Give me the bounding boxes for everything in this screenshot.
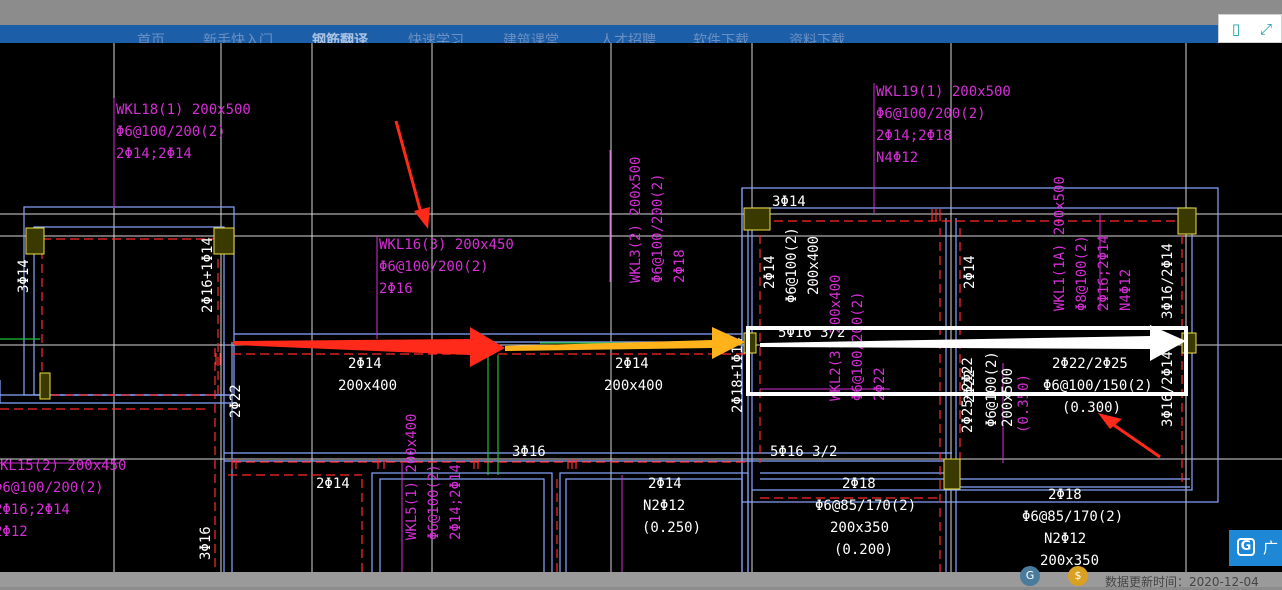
wkl15-title: KL15(2) 200x450 [0,458,126,474]
wkl1-title: WKL1(1A) 200x500 [1052,176,1068,311]
wkl15-n: 2Φ12 [0,524,28,540]
nav-item-learn[interactable]: 快速学习 [408,34,464,43]
g-badge-icon[interactable]: G [1020,566,1040,586]
wkl3-title: WKL3(2) 200x500 [628,157,644,283]
wkl3-stirrup: Φ6@100/200(2) [650,173,666,283]
label-n2o12-a: N2Φ12 [643,498,685,514]
label-200x500: 200x500 [1000,368,1016,427]
label-2o18-1o14: 2Φ18+1Φ14 [730,337,746,413]
label-o6-85-b: Φ6@85/170(2) [1022,509,1123,525]
wkl1-n: N4Φ12 [1118,269,1134,311]
wkl18-stirrup: Φ6@100/200(2) [116,124,226,140]
label-n2o12-b: N2Φ12 [1044,531,1086,547]
beam-labels-magenta: WKL18(1) 200x500 Φ6@100/200(2) 2Φ14;2Φ14… [0,84,1134,540]
label-2o18-b: 2Φ18 [1048,487,1082,503]
label-3o14-top: 3Φ14 [772,194,806,210]
label-o6-100: Φ6@100(2) [784,227,800,303]
nav-item-beginner[interactable]: 新手快入门 [203,34,273,43]
nav-item-home[interactable]: 首页 [137,34,165,43]
label-2o22-2o25: 2Φ22/2Φ25 [1052,356,1128,372]
footer-bar: G $ 数据更新时间：2020-12-04 [0,566,1282,589]
wkl5-title: WKL5(1) 200x400 [404,414,420,540]
wkl15-top: 2Φ16;2Φ14 [0,502,70,518]
label-2o14-b: 2Φ14 [615,356,649,372]
coin-badge-icon[interactable]: $ [1068,566,1088,586]
wkl5-stirrup: Φ6@100(2) [426,464,442,540]
wkl16-stirrup: Φ6@100/200(2) [379,259,489,275]
nav-item-classroom[interactable]: 建筑课堂 [503,34,559,43]
side-widget-text: 广 [1263,539,1279,557]
label-3o16-2o14-top: 3Φ16/2Φ14 [1160,243,1176,319]
label-5o16-b: 5Φ16 3/2 [770,444,837,460]
wkl16-title: WKL16(3) 200x450 [379,237,514,253]
wkl19-top: 2Φ14;2Φ18 [876,128,952,144]
label-o6-85: Φ6@85/170(2) [815,498,916,514]
label-200x400-b: 200x400 [604,378,663,394]
label-200x400-v: 200x400 [806,236,822,295]
wkl15-stirrup: Φ6@100/200(2) [0,480,104,496]
beam-labels-white: 3Φ14 2Φ16+1Φ14 2Φ14 200x400 2Φ14 200x400… [16,194,1176,569]
g-logo-icon: G [1237,538,1255,556]
nav-item-rebar[interactable]: 钢筋翻译 [312,34,368,43]
tablet-icon[interactable]: ▯ [1227,20,1245,38]
nav-item-software[interactable]: 软件下载 [693,34,749,43]
wkl5-top: 2Φ14;2Φ14 [448,464,464,540]
nav-item-jobs[interactable]: 人才招聘 [600,34,656,43]
wkl18-top: 2Φ14;2Φ14 [116,146,192,162]
cad-drawing-canvas[interactable]: WKL18(1) 200x500 Φ6@100/200(2) 2Φ14;2Φ14… [0,43,1282,572]
elev-0350: (0.350) [1016,374,1032,433]
label-2o14-v2: 2Φ14 [962,255,978,289]
label-2o18-a: 2Φ18 [842,476,876,492]
top-gray-bar [0,0,1282,25]
label-2o14-d: 2Φ14 [648,476,682,492]
label-elev-0250: (0.250) [642,520,701,536]
wkl1-top: 2Φ16;2Φ14 [1096,235,1112,311]
expand-icon[interactable]: ⤢ [1257,20,1275,38]
wkl1-stirrup: Φ8@100(2) [1074,235,1090,311]
wkl18-title: WKL18(1) 200x500 [116,102,251,118]
cad-plan-svg: WKL18(1) 200x500 Φ6@100/200(2) 2Φ14;2Φ14… [0,43,1282,572]
label-o6-100-v: Φ6@100(2) [984,351,1000,427]
label-200x350: 200x350 [830,520,889,536]
wkl19-title: WKL19(1) 200x500 [876,84,1011,100]
label-200x350-b: 200x350 [1040,553,1099,569]
label-2o14-c: 2Φ14 [316,476,350,492]
wkl16-top: 2Φ16 [379,281,413,297]
label-elev-0200: (0.200) [834,542,893,558]
viewer-toolbar: ▯ ⤢ [1218,14,1282,43]
site-navbar: 首页 新手快入门 钢筋翻译 快速学习 建筑课堂 人才招聘 软件下载 资料下载 [0,25,1282,43]
wkl19-stirrup: Φ6@100/200(2) [876,106,986,122]
side-help-widget[interactable]: G 广 [1229,530,1282,566]
label-2o16-1o14: 2Φ16+1Φ14 [200,237,216,313]
label-200x400-a: 200x400 [338,378,397,394]
update-time: 数据更新时间：2020-12-04 [1105,575,1259,589]
label-3o16-bottom: 3Φ16 [198,526,214,560]
label-3o16: 3Φ16 [512,444,546,460]
wkl19-n: N4Φ12 [876,150,918,166]
label-2o14-v1: 2Φ14 [762,255,778,289]
label-o6-100-150: Φ6@100/150(2) [1043,378,1153,394]
label-2o14-a: 2Φ14 [348,356,382,372]
label-3o14-left: 3Φ14 [16,259,32,293]
label-3o16-2o14: 3Φ16/2Φ14 [1160,351,1176,427]
wkl3-top: 2Φ18 [672,249,688,283]
label-2o22-left: 2Φ22 [228,384,244,418]
label-elev-0300: (0.300) [1062,400,1121,416]
nav-item-docs[interactable]: 资料下载 [789,34,845,43]
